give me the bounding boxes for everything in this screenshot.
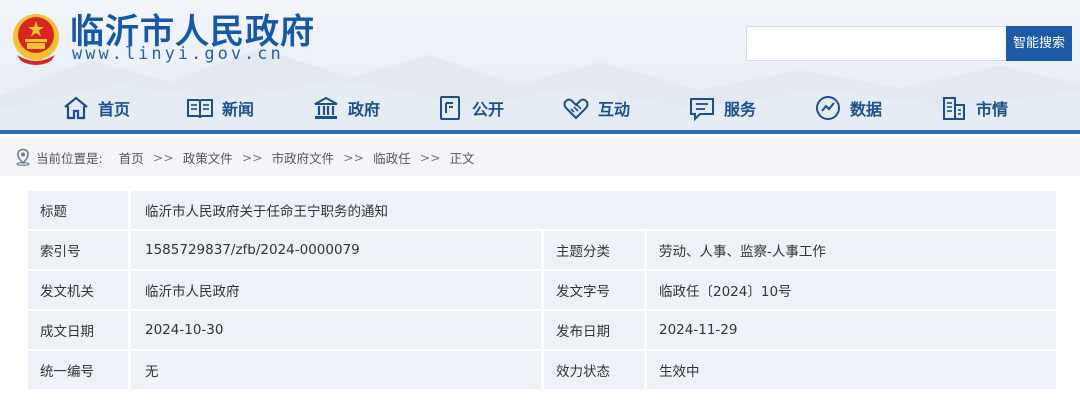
nav-label: 市情 [976,100,1009,119]
nav-item-disclosure[interactable]: 公开 [436,88,504,128]
info-row: 索引号 1585729837/zfb/2024-0000079 主题分类 劳动、… [28,231,1056,271]
nav-label: 互动 [598,100,631,119]
breadcrumb-item[interactable]: 市政府文件 [272,148,335,167]
nav-item-city-info[interactable]: 市情 [940,88,1008,128]
chat-service-icon [690,98,714,122]
info-label: 效力状态 [544,351,644,389]
info-row: 统一编号 无 效力状态 生效中 [28,351,1056,391]
info-label: 发文字号 [544,271,644,309]
nav-item-home[interactable]: 首页 [62,88,130,128]
info-row-title: 标题 临沂市人民政府关于任命王宁职务的通知 [28,191,1056,231]
breadcrumb-separator: >> [343,149,365,165]
info-label: 标题 [28,191,128,229]
info-label: 主题分类 [544,231,644,269]
disclosure-icon [440,96,460,120]
location-pin-icon [16,148,30,166]
breadcrumb-item-current: 正文 [449,150,475,166]
nav-label: 公开 [472,100,505,119]
breadcrumb-label: 当前位置是: [36,150,103,166]
city-building-icon [943,97,965,120]
nav-item-service[interactable]: 服务 [688,88,756,128]
home-icon [64,96,88,120]
search-button[interactable]: 智能搜索 [1006,26,1072,61]
info-value: 劳动、人事、监察-人事工作 [647,231,1056,269]
info-value: 1585729837/zfb/2024-0000079 [131,231,541,269]
info-value: 无 [131,351,541,389]
info-value-title: 临沂市人民政府关于任命王宁职务的通知 [131,191,1056,229]
info-value: 生效中 [647,351,1056,389]
breadcrumb-item[interactable]: 临政任 [373,148,411,167]
main-nav: 首页 新闻 政府 公开 互动 服务 数据 市情 [40,88,1060,128]
search-input[interactable] [747,27,1006,60]
nav-item-data[interactable]: 数据 [814,88,882,128]
info-value: 临政任〔2024〕10号 [647,271,1056,309]
nav-item-news[interactable]: 新闻 [186,88,254,128]
info-label: 统一编号 [28,351,128,389]
info-label: 成文日期 [28,311,128,349]
government-building-icon [314,96,338,119]
breadcrumb-item[interactable]: 政策文件 [183,148,233,167]
info-row: 发文机关 临沂市人民政府 发文字号 临政任〔2024〕10号 [28,271,1056,311]
info-value: 2024-10-30 [131,311,541,349]
site-header: 临沂市人民政府 www.linyi.gov.cn 智能搜索 首页 新闻 政府 公… [0,0,1080,133]
info-label: 索引号 [28,231,128,269]
nav-label: 首页 [98,100,131,119]
info-label: 发布日期 [544,311,644,349]
search-box [746,26,1006,61]
breadcrumb-separator: >> [152,149,174,165]
data-globe-icon [816,96,840,120]
document-info-table: 标题 临沂市人民政府关于任命王宁职务的通知 索引号 1585729837/zfb… [28,191,1056,391]
breadcrumb-separator: >> [241,149,263,165]
nav-underline [0,130,1080,134]
nav-item-interaction[interactable]: 互动 [562,88,630,128]
newspaper-icon [187,99,213,119]
breadcrumb-item[interactable]: 首页 [119,148,144,167]
info-value: 2024-11-29 [647,311,1056,349]
nav-label: 服务 [724,100,757,119]
handshake-icon [563,98,589,120]
nav-label: 政府 [348,100,381,119]
national-emblem-icon [13,14,59,65]
breadcrumb: 当前位置是: 首页 >> 政策文件 >> 市政府文件 >> 临政任 >> 正文 [0,138,1080,176]
info-value: 临沂市人民政府 [131,271,541,309]
nav-label: 新闻 [222,100,255,119]
info-label: 发文机关 [28,271,128,309]
nav-label: 数据 [850,100,883,119]
nav-item-government[interactable]: 政府 [312,88,380,128]
info-row: 成文日期 2024-10-30 发布日期 2024-11-29 [28,311,1056,351]
breadcrumb-separator: >> [419,149,441,165]
site-url[interactable]: www.linyi.gov.cn [72,44,284,64]
